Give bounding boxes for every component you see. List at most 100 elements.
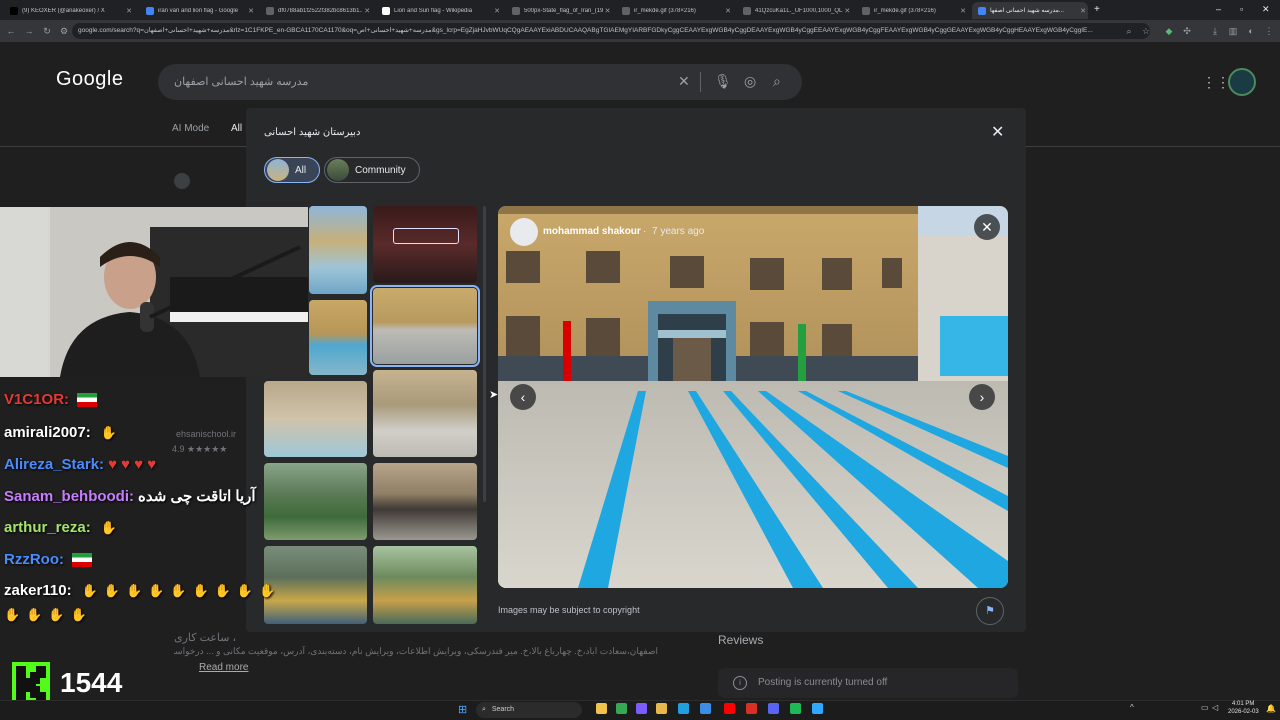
browser-tab[interactable]: 500px-State_flag_of_Iran_(1964-✕ — [506, 2, 612, 19]
filter-chip-community[interactable]: Community — [324, 157, 420, 183]
search-icon[interactable]: ⌕ — [1122, 24, 1136, 38]
search-query[interactable]: مدرسه شهید احسانی اصفهان — [174, 75, 308, 88]
image-thumbnail[interactable] — [309, 300, 367, 375]
browser-tab[interactable]: ir_mekde.gif (378×216) ✕ — [856, 2, 968, 19]
tray-chevron-icon[interactable]: ^ — [1130, 703, 1134, 712]
browser-tab[interactable]: Lion and Sun flag - Wikipedia ✕ — [376, 2, 502, 19]
chat-username[interactable]: Sanam_behboodi: — [4, 488, 134, 505]
spotify-icon[interactable] — [790, 703, 801, 714]
notification-icon[interactable]: 🔔 — [1266, 704, 1276, 713]
posting-notice-text: Posting is currently turned off — [758, 677, 888, 688]
windows-start-icon[interactable]: ⊞ — [458, 703, 467, 716]
close-photo-icon[interactable]: ✕ — [974, 214, 1000, 240]
author-avatar[interactable] — [510, 218, 538, 246]
browser-tab[interactable]: 41QzcuKa1L._UF1000,1000_QL... ✕ — [737, 2, 852, 19]
chat-username[interactable]: RzzRoo: — [4, 551, 64, 568]
file-explorer-icon[interactable] — [596, 703, 607, 714]
close-tab-icon[interactable]: ✕ — [843, 7, 852, 15]
close-tab-icon[interactable]: ✕ — [246, 7, 256, 15]
clock-time[interactable]: 4:01 PM — [1232, 701, 1254, 707]
browser-tab[interactable]: (9) KEOXER (@ariakeoxer) / X ✕ — [4, 2, 134, 19]
photoshop-icon[interactable] — [812, 703, 823, 714]
extension-icon[interactable]: ◆ — [1162, 24, 1176, 38]
clock-date[interactable]: 2026-02-03 — [1228, 709, 1259, 715]
image-thumbnail[interactable] — [309, 206, 367, 294]
maximize-icon[interactable]: ▫ — [1240, 4, 1243, 14]
browser-tab[interactable]: df0788ab1f2522f382bc8613b1... ✕ — [260, 2, 372, 19]
menu-icon[interactable]: ⋮ — [1262, 24, 1276, 38]
image-thumbnail[interactable] — [373, 546, 477, 624]
close-tab-icon[interactable]: ✕ — [958, 7, 968, 15]
close-dialog-icon[interactable]: ✕ — [991, 122, 1004, 142]
account-avatar[interactable] — [1228, 68, 1256, 96]
chat-username[interactable]: arthur_reza: — [4, 519, 91, 536]
chat-username[interactable]: Alireza_Stark: — [4, 456, 104, 473]
chrome-icon[interactable] — [616, 703, 627, 714]
minimize-icon[interactable]: – — [1216, 4, 1221, 14]
image-thumbnail[interactable] — [264, 546, 367, 624]
close-window-icon[interactable]: ✕ — [1262, 4, 1270, 15]
gmail-icon[interactable] — [746, 703, 757, 714]
close-tab-icon[interactable]: ✕ — [723, 7, 733, 15]
extensions-puzzle-icon[interactable]: ✣ — [1180, 24, 1194, 38]
google-icon — [978, 6, 986, 15]
result-favicon — [174, 173, 190, 189]
apps-grid-icon[interactable]: ⋮⋮ — [1202, 74, 1230, 91]
filter-chip-all[interactable]: All — [264, 157, 320, 183]
download-icon[interactable]: ⤓ — [1208, 24, 1222, 38]
site-info-icon[interactable]: ⚙ — [57, 24, 71, 38]
image-thumbnail-selected[interactable] — [370, 285, 480, 367]
report-flag-icon[interactable]: ⚑ — [976, 597, 1004, 625]
discord-icon[interactable] — [768, 703, 779, 714]
browser-tab[interactable]: iran van and lion flag - Google ✕ — [140, 2, 256, 19]
read-more-link[interactable]: Read more — [199, 662, 248, 673]
emote-icon: ✋ — [148, 583, 165, 598]
close-tab-icon[interactable]: ✕ — [603, 7, 612, 15]
profile-icon[interactable]: ◐ — [1244, 24, 1258, 38]
image-thumbnail[interactable] — [373, 206, 477, 283]
reload-icon[interactable]: ↻ — [40, 24, 54, 38]
close-tab-icon[interactable]: ✕ — [362, 7, 372, 15]
folder-icon[interactable] — [656, 703, 667, 714]
sidebar-icon[interactable]: ▥ — [1226, 24, 1240, 38]
info-icon: i — [733, 676, 747, 690]
browser-tab[interactable]: ir_mekde.gif (378×216) ✕ — [616, 2, 733, 19]
copilot-icon[interactable] — [636, 703, 647, 714]
back-icon[interactable]: ← — [4, 24, 18, 38]
youtube-icon[interactable] — [724, 703, 735, 714]
chat-username[interactable]: amirali2007: — [4, 424, 91, 441]
volume-icon[interactable]: ◁ — [1212, 703, 1218, 712]
browser-tab[interactable]: مدرسه شهید احسانی اصفها... ✕ — [972, 2, 1088, 19]
address-bar[interactable]: google.com/search?q=مدرسه+شهید+احسانی+اص… — [72, 23, 1150, 39]
star-icon[interactable]: ☆ — [1139, 24, 1153, 38]
tab-all[interactable]: All — [231, 123, 242, 134]
chat-username[interactable]: zaker110: — [4, 582, 72, 599]
thumbnail-scrollbar[interactable] — [483, 206, 486, 502]
microphone-icon[interactable]: 🎙 — [714, 73, 732, 90]
close-tab-icon[interactable]: ✕ — [124, 7, 134, 15]
taskbar-search[interactable]: ⌕ Search — [476, 702, 582, 718]
close-tab-icon[interactable]: ✕ — [1078, 7, 1088, 15]
network-icon[interactable]: ▭ — [1201, 703, 1209, 712]
previous-photo-icon[interactable]: ‹ — [510, 384, 536, 410]
edge-icon[interactable] — [678, 703, 689, 714]
store-icon[interactable] — [700, 703, 711, 714]
emote-icon: ✋ — [81, 583, 98, 598]
tab-ai-mode[interactable]: AI Mode — [172, 123, 209, 134]
search-submit-icon[interactable]: ⌕ — [773, 73, 781, 90]
clear-search-icon[interactable]: ✕ — [678, 73, 690, 90]
close-tab-icon[interactable]: ✕ — [492, 7, 502, 15]
image-thumbnail[interactable] — [373, 370, 477, 457]
next-photo-icon[interactable]: › — [969, 384, 995, 410]
result-website[interactable]: ehsanischool.ir — [176, 429, 236, 439]
iran-flag-icon — [72, 553, 92, 568]
image-thumbnail[interactable] — [264, 463, 367, 540]
image-thumbnail[interactable] — [264, 381, 367, 457]
chat-username[interactable]: V1C1OR: — [4, 391, 69, 408]
new-tab-button[interactable]: + — [1094, 4, 1100, 15]
photo-author[interactable]: mohammad shakour — [543, 226, 641, 237]
google-logo[interactable]: Google — [56, 68, 124, 91]
forward-icon[interactable]: → — [22, 24, 36, 38]
image-thumbnail[interactable] — [373, 463, 477, 540]
lens-icon[interactable]: ◎ — [744, 73, 756, 90]
